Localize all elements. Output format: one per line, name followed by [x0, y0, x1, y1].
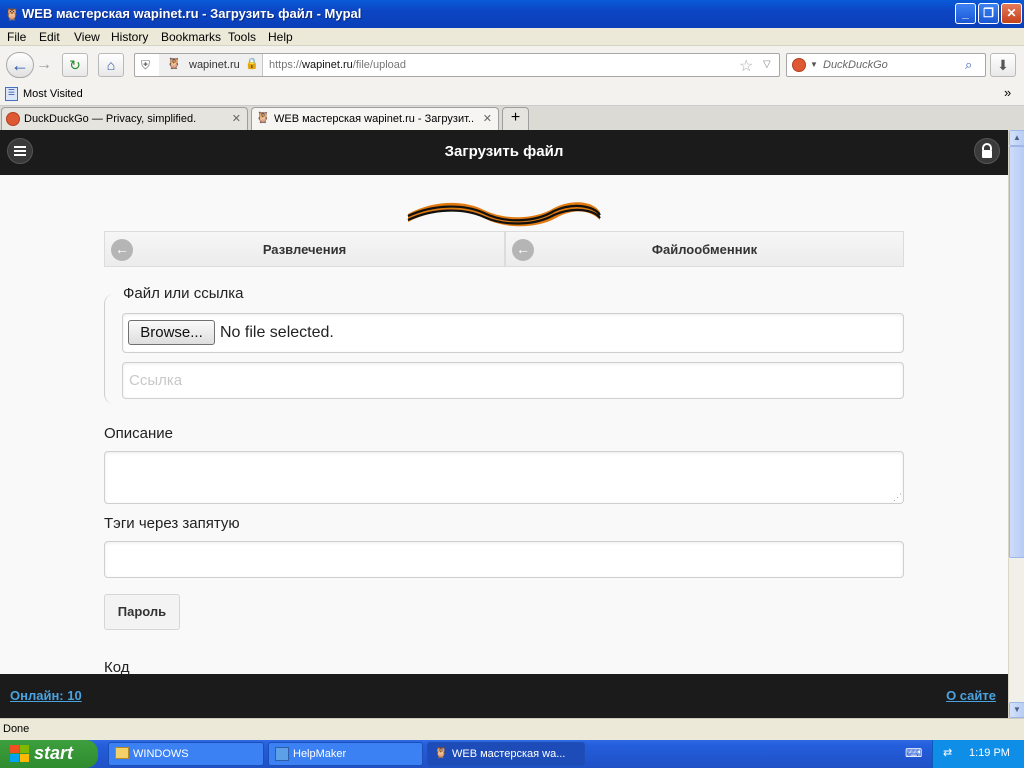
owl-favicon-icon: 🦉 — [256, 112, 270, 124]
url-text[interactable]: https://wapinet.ru/file/upload — [269, 59, 406, 71]
new-tab-button[interactable]: + — [502, 107, 529, 130]
download-button[interactable]: ⬇ — [990, 53, 1016, 77]
tab-wapinet[interactable]: 🦉 WEB мастерская wapinet.ru - Загрузит..… — [251, 107, 499, 130]
forward-arrow-icon[interactable]: → — [36, 56, 52, 74]
taskbar-item-label: HelpMaker — [293, 748, 347, 760]
close-window-button[interactable]: ✕ — [1001, 3, 1022, 24]
magnifier-icon[interactable]: ⌕ — [965, 57, 972, 73]
site-identity[interactable]: 🦉 wapinet.ru 🔒 — [159, 54, 263, 76]
windows-flag-icon — [10, 745, 29, 762]
search-bar[interactable]: ▼ DuckDuckGo ⌕ — [786, 53, 986, 77]
reload-icon: ↻ — [69, 57, 81, 73]
file-or-link-label: Файл или ссылка — [123, 285, 244, 302]
about-site-link[interactable]: О сайте — [946, 688, 996, 703]
link-input[interactable]: Ссылка — [122, 362, 904, 399]
tab-duckduckgo[interactable]: DuckDuckGo — Privacy, simplified. ✕ — [1, 107, 248, 130]
minimize-button[interactable]: _ — [955, 3, 976, 24]
status-bar: Done — [0, 718, 1024, 740]
network-icon[interactable]: ⇄ — [943, 746, 952, 759]
crumb-entertainment[interactable]: ← Развлечения — [104, 231, 505, 267]
shield-icon[interactable]: ⛨ — [141, 58, 150, 73]
link-placeholder: Ссылка — [129, 372, 183, 389]
helpmaker-icon — [275, 747, 289, 761]
tab-label: DuckDuckGo — Privacy, simplified. — [24, 113, 197, 125]
crumb-label: Развлечения — [262, 242, 347, 257]
bookmarks-overflow-icon[interactable]: » — [1004, 85, 1011, 100]
menu-bookmarks[interactable]: Bookmarks — [161, 30, 221, 44]
tags-input[interactable] — [104, 541, 904, 578]
page-title: Загрузить файл — [444, 143, 564, 160]
menu-tools[interactable]: Tools — [228, 30, 256, 44]
start-label: start — [34, 743, 74, 763]
taskbar-item-windows[interactable]: WINDOWS — [108, 742, 264, 766]
url-dropdown-icon[interactable]: ▽ — [763, 59, 771, 70]
back-button[interactable]: ← — [6, 52, 34, 78]
home-icon: ⌂ — [106, 57, 116, 73]
download-icon: ⬇ — [997, 57, 1009, 73]
lock-icon: 🔒 — [245, 58, 259, 70]
tab-close-icon[interactable]: ✕ — [232, 112, 241, 125]
scroll-thumb[interactable] — [1009, 146, 1024, 558]
online-count-link[interactable]: Онлайн: 10 — [10, 688, 82, 703]
site-identity-label: wapinet.ru — [189, 59, 240, 71]
duckduckgo-icon[interactable] — [792, 58, 806, 72]
hamburger-icon — [14, 146, 26, 156]
bookmarks-toolbar: ☰ Most Visited » — [0, 84, 1024, 106]
crumb-label: Файлообменник — [651, 242, 758, 257]
menu-edit[interactable]: Edit — [39, 30, 60, 44]
ribbon-icon — [407, 202, 601, 227]
url-bar[interactable]: ⛨ 🦉 wapinet.ru 🔒 https://wapinet.ru/file… — [134, 53, 780, 77]
start-button[interactable]: start — [0, 740, 98, 768]
crumb-file-exchange[interactable]: ← Файлообменник — [505, 231, 904, 267]
site-footer: Онлайн: 10 О сайте — [0, 674, 1008, 718]
clock: 1:19 PM — [969, 747, 1010, 759]
menu-history[interactable]: History — [111, 30, 148, 44]
tab-label: WEB мастерская wapinet.ru - Загрузит... — [274, 113, 474, 125]
menu-toggle-button[interactable] — [7, 138, 33, 164]
system-tray: ⇄ 1:19 PM — [932, 740, 1024, 768]
description-label: Описание — [104, 425, 174, 442]
status-text: Done — [3, 723, 30, 735]
maximize-button[interactable]: ❐ — [978, 3, 999, 24]
taskbar-item-helpmaker[interactable]: HelpMaker — [268, 742, 423, 766]
search-placeholder: DuckDuckGo — [823, 59, 888, 71]
browse-button[interactable]: Browse... — [128, 320, 215, 345]
window-title: WEB мастерская wapinet.ru - Загрузить фа… — [22, 6, 362, 21]
back-arrow-icon: ← — [11, 55, 29, 75]
vertical-scrollbar[interactable]: ▲ ▼ — [1008, 130, 1024, 718]
tab-close-icon[interactable]: ✕ — [483, 112, 492, 125]
reload-button[interactable]: ↻ — [62, 53, 88, 77]
owl-taskbar-icon: 🦉 — [434, 747, 448, 759]
login-button[interactable] — [974, 138, 1000, 164]
search-engine-dropdown-icon[interactable]: ▼ — [810, 60, 818, 69]
star-icon[interactable]: ☆ — [739, 56, 753, 76]
site-owl-icon: 🦉 — [167, 58, 181, 70]
taskbar-item-label: WINDOWS — [133, 748, 189, 760]
keyboard-icon[interactable]: ⌨ — [905, 746, 922, 760]
app-owl-icon: 🦉 — [4, 7, 20, 21]
scroll-down-icon[interactable]: ▼ — [1009, 702, 1024, 718]
resize-grip-icon[interactable]: ⋰ — [893, 492, 902, 503]
taskbar-item-browser[interactable]: 🦉 WEB мастерская wa... — [427, 742, 585, 766]
window-titlebar: 🦉 WEB мастерская wapinet.ru - Загрузить … — [0, 0, 1024, 28]
scroll-up-icon[interactable]: ▲ — [1009, 130, 1024, 146]
folder-icon — [115, 747, 129, 759]
menu-view[interactable]: View — [74, 30, 100, 44]
menu-help[interactable]: Help — [268, 30, 293, 44]
taskbar-item-label: WEB мастерская wa... — [452, 748, 566, 760]
password-button[interactable]: Пароль — [104, 594, 180, 630]
site-header: Загрузить файл — [0, 130, 1008, 175]
menu-file[interactable]: File — [7, 30, 26, 44]
duckduckgo-favicon-icon — [6, 112, 20, 126]
description-textarea[interactable]: ⋰ — [104, 451, 904, 504]
menu-bar: File Edit View History Bookmarks Tools H… — [0, 28, 1024, 46]
most-visited-bookmark[interactable]: Most Visited — [23, 88, 83, 100]
padlock-icon — [982, 143, 992, 158]
no-file-selected-text: No file selected. — [220, 324, 334, 341]
home-button[interactable]: ⌂ — [98, 53, 124, 77]
most-visited-icon: ☰ — [5, 87, 18, 101]
tags-label: Тэги через запятую — [104, 515, 240, 532]
